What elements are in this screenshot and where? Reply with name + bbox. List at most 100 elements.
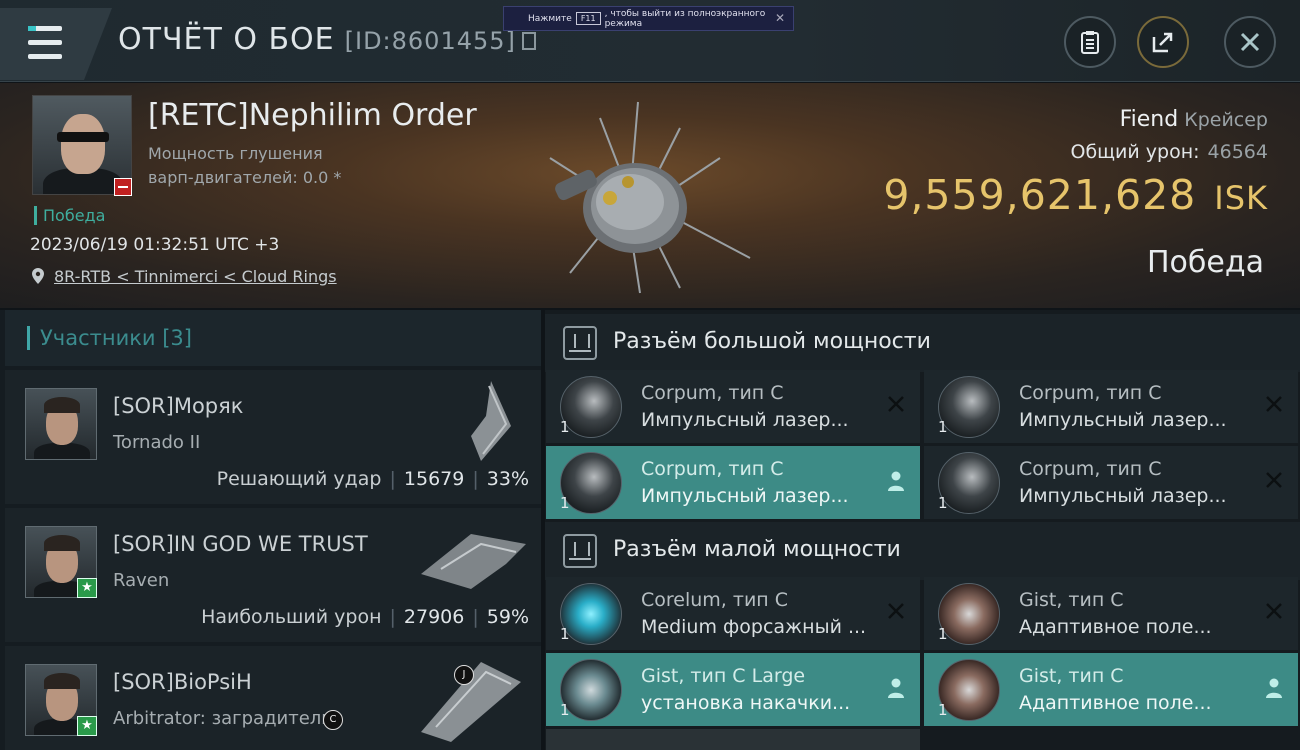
victim-ship[interactable]: Fiend Крейсер <box>1120 107 1268 132</box>
victim-name[interactable]: [RETC]Nephilim Order <box>148 98 477 133</box>
close-button[interactable] <box>1224 16 1276 68</box>
fitting-slot[interactable]: 1 Gist, тип C Адаптивное поле... <box>924 577 1298 650</box>
slot-quantity: 1 <box>560 494 570 512</box>
star-badge-icon: ★ <box>77 578 97 598</box>
participant-ship-image <box>471 381 511 461</box>
participant-percent: 33% <box>486 468 529 490</box>
page-title: ОТЧЁТ О БОЕ [ID:8601455] <box>118 22 536 57</box>
clipboard-icon <box>1081 31 1099 54</box>
share-button[interactable] <box>1137 16 1189 68</box>
slot-item-name: Corpum, тип C <box>641 382 784 404</box>
isk-value: 9,559,621,628 ISK <box>883 171 1268 219</box>
participant-ship: Raven <box>113 570 170 591</box>
slot-item-name: Corpum, тип C <box>1019 458 1162 480</box>
total-damage-value: 46564 <box>1207 141 1268 163</box>
fitting-slot[interactable]: 1 Corelum, тип C Medium форсажный ... <box>546 577 920 650</box>
participant-stats: Решающий удар | 15679 | 33% <box>217 468 529 490</box>
banner-close-icon[interactable]: ✕ <box>775 11 785 25</box>
stat-separator: | <box>472 468 479 490</box>
kill-datetime: 2023/06/19 01:32:51 UTC +3 <box>30 235 280 255</box>
menu-icon-bar <box>28 40 62 45</box>
slot-quantity: 1 <box>560 701 570 719</box>
victim-ship-image <box>549 101 751 294</box>
tooltip-marker-j[interactable]: J <box>454 665 474 685</box>
participants-count: Участники [3] <box>27 326 192 350</box>
tooltip-marker-c[interactable]: C <box>323 710 343 730</box>
total-damage-label: Общий урон: <box>1070 141 1200 163</box>
slot-item-type: Адаптивное поле... <box>1019 616 1212 638</box>
isk-amount: 9,559,621,628 <box>883 171 1197 219</box>
close-icon <box>1240 32 1260 52</box>
dropped-person-icon <box>1266 678 1282 698</box>
location-link[interactable]: 8R-RTB < Tinnimerci < Cloud Rings <box>54 267 337 286</box>
destroyed-icon <box>888 603 904 619</box>
warp-strength-label: Мощность глушения <box>148 144 323 163</box>
slot-quantity: 1 <box>560 418 570 436</box>
high-slot-title: Разъём большой мощности <box>613 329 931 354</box>
star-badge-icon: ★ <box>77 716 97 736</box>
stat-separator: | <box>389 468 396 490</box>
fitting-slot[interactable]: 1 Corpum, тип C Импульсный лазер... <box>546 370 920 443</box>
victim-ship-class: Крейсер <box>1184 109 1268 131</box>
low-slot-title: Разъём малой мощности <box>613 537 901 562</box>
participant-stat-label: Наибольший урон <box>201 606 382 628</box>
destroyed-icon <box>888 396 904 412</box>
participant-stats: Наибольший урон | 27906 | 59% <box>201 606 529 628</box>
slot-item-type: Импульсный лазер... <box>1019 485 1227 507</box>
dropped-person-icon <box>888 678 904 698</box>
participant-name: [SOR]IN GOD WE TRUST <box>113 532 368 556</box>
avatar-face <box>61 114 105 174</box>
menu-icon-bar <box>28 54 62 59</box>
slot-item-type: Адаптивное поле... <box>1019 692 1212 714</box>
slot-quantity: 1 <box>938 625 948 643</box>
menu-button[interactable] <box>0 8 112 80</box>
participant-row[interactable]: [SOR]Моряк Tornado II Решающий удар | 1567… <box>5 370 541 504</box>
participants-header: Участники [3] <box>5 310 541 366</box>
fitting-slot-partial[interactable] <box>546 729 920 750</box>
location-pin-icon <box>32 268 44 284</box>
fullscreen-banner-prefix: Нажмите <box>528 13 572 24</box>
low-slot-icon <box>563 534 597 568</box>
fitting-slot[interactable]: 1 Corpum, тип C Импульсный лазер... <box>924 370 1298 443</box>
participant-ship-image <box>421 534 526 589</box>
stat-separator: | <box>389 606 396 628</box>
clipboard-button[interactable] <box>1064 16 1116 68</box>
battle-result: Победа <box>1147 245 1264 280</box>
avatar-body <box>34 443 90 459</box>
low-slot-header: Разъём малой мощности <box>545 522 1300 580</box>
fitting-slot[interactable]: 1 Gist, тип C Адаптивное поле... <box>924 653 1298 726</box>
fitting-slot[interactable]: 1 Corpum, тип C Импульсный лазер... <box>924 446 1298 519</box>
avatar-glasses <box>57 132 109 142</box>
participant-row[interactable]: ★ [SOR]IN GOD WE TRUST Raven Наибольший … <box>5 508 541 642</box>
slot-quantity: 1 <box>938 494 948 512</box>
avatar-hair <box>44 673 80 689</box>
copy-icon[interactable] <box>521 31 536 50</box>
fullscreen-banner: Нажмите F11 , чтобы выйти из полноэкранн… <box>503 6 794 31</box>
destroyed-icon <box>1266 472 1282 488</box>
participant-ship: Arbitrator: заградитель <box>113 708 332 729</box>
fitting-slot[interactable]: 1 Gist, тип C Large установка накачки... <box>546 653 920 726</box>
high-slot-icon <box>563 326 597 360</box>
avatar-hair <box>44 397 80 413</box>
share-icon <box>1152 32 1173 53</box>
avatar-hair <box>44 535 80 551</box>
warp-strength-value: варп-двигателей: 0.0 * <box>148 168 342 187</box>
victim-ship-name: Fiend <box>1119 107 1179 132</box>
victim-status: Победа <box>34 206 105 225</box>
slot-item-type: установка накачки... <box>641 692 851 714</box>
fitting-slot[interactable]: 1 Corpum, тип C Импульсный лазер... <box>546 446 920 519</box>
slot-item-name: Gist, тип C <box>1019 665 1124 687</box>
slot-item-name: Corpum, тип C <box>1019 382 1162 404</box>
f11-key: F11 <box>575 12 601 25</box>
slot-item-name: Corpum, тип C <box>641 458 784 480</box>
page-title-text: ОТЧЁТ О БОЕ <box>118 22 335 57</box>
stat-separator: | <box>472 606 479 628</box>
destroyed-icon <box>1266 396 1282 412</box>
dropped-person-icon <box>888 471 904 491</box>
destroyed-icon <box>1266 603 1282 619</box>
participant-row[interactable]: ★ [SOR]BioPsiH Arbitrator: заградитель <box>5 646 541 750</box>
participant-avatar[interactable] <box>25 388 97 460</box>
total-damage: Общий урон: 46564 <box>1070 141 1268 163</box>
slot-item-name: Corelum, тип C <box>641 589 789 611</box>
slot-item-type: Импульсный лазер... <box>1019 409 1227 431</box>
